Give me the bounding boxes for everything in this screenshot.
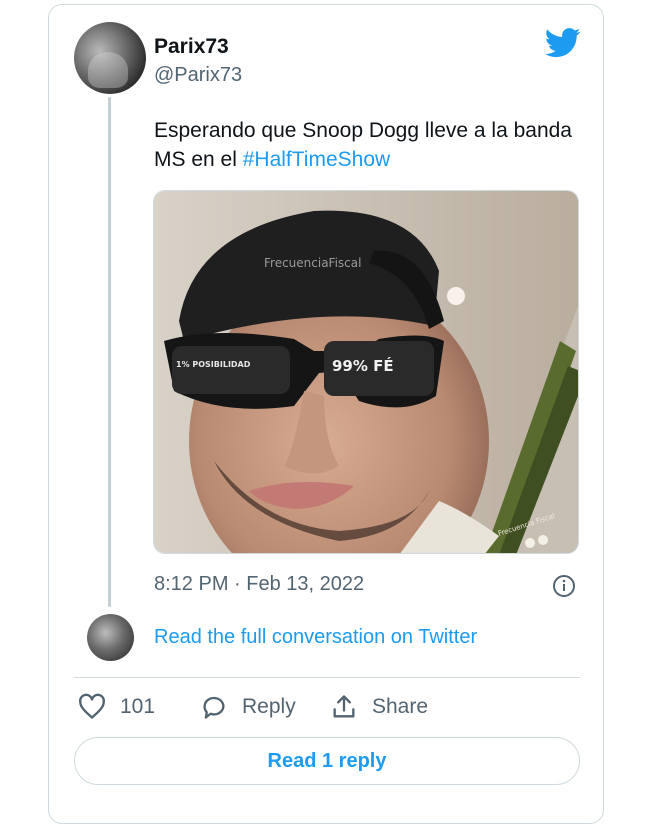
divider: [74, 677, 580, 678]
thread-line: [108, 97, 111, 607]
reply-label: Reply: [242, 695, 296, 718]
tweet-timestamp[interactable]: 8:12 PM · Feb 13, 2022: [154, 573, 364, 596]
share-icon: [333, 695, 355, 718]
reply-button[interactable]: Reply: [200, 692, 296, 722]
reply-bubble-icon: [203, 696, 225, 719]
like-count: 101: [120, 695, 156, 718]
media-watermark: FrecuenciaFiscal: [264, 256, 361, 270]
like-button[interactable]: 101: [78, 692, 155, 722]
left-lens-text: 1% POSIBILIDAD: [176, 360, 251, 369]
author-handle[interactable]: @Parix73: [154, 64, 242, 87]
reply-avatar[interactable]: [87, 614, 134, 661]
hashtag-link[interactable]: #HalfTimeShow: [243, 148, 390, 171]
heart-icon: [79, 693, 105, 719]
author-avatar[interactable]: [74, 22, 146, 94]
right-lens-text: 99% FÉ: [332, 356, 394, 375]
read-full-conversation-link[interactable]: Read the full conversation on Twitter: [154, 626, 477, 649]
author-display-name[interactable]: Parix73: [154, 35, 229, 59]
twitter-bird-icon[interactable]: [545, 28, 581, 58]
info-icon[interactable]: [552, 574, 576, 598]
share-button[interactable]: Share: [330, 692, 428, 722]
read-reply-button[interactable]: Read 1 reply: [74, 737, 580, 785]
tweet-text: Esperando que Snoop Dogg lleve a la band…: [154, 116, 574, 174]
tweet-media-image[interactable]: FrecuenciaFiscal 1% POSIBILIDAD 99% FÉ F…: [153, 190, 579, 554]
media-photo: FrecuenciaFiscal 1% POSIBILIDAD 99% FÉ F…: [154, 191, 578, 553]
share-label: Share: [372, 695, 429, 718]
